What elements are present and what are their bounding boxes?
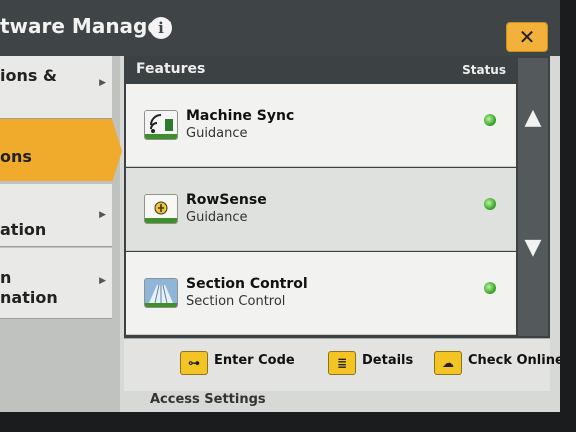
lower-menu-text: Access Settings	[150, 392, 266, 407]
nav-item-options[interactable]: ions & ▶	[0, 56, 112, 119]
scroll-up-button[interactable]: ▲	[518, 78, 548, 158]
title-bar: tware Manager i ✕	[0, 0, 560, 56]
feature-row[interactable]: RowSense Guidance	[126, 168, 516, 251]
details-label: Details	[362, 353, 414, 368]
nav-item-label: ions &	[0, 66, 57, 85]
nav-item-label: ons	[0, 147, 32, 166]
feature-row[interactable]: Section Control Section Control	[126, 252, 516, 335]
chevron-right-icon: ▶	[99, 276, 106, 286]
panel-header: Features Status	[124, 56, 516, 82]
status-indicator	[484, 282, 496, 294]
feature-category: Guidance	[186, 126, 248, 141]
nav-item-other[interactable]: n nation ▶	[0, 248, 112, 319]
section-control-icon	[144, 278, 178, 308]
feature-name: Machine Sync	[186, 108, 295, 124]
nav-item-label: n nation	[0, 268, 58, 307]
machine-sync-icon	[144, 110, 178, 140]
nav-item-label: ation	[0, 220, 47, 239]
feature-category: Guidance	[186, 210, 248, 225]
screen: tware Manager i ✕ ions & ▶ ons ation ▶ n…	[0, 0, 560, 412]
key-icon: ⊶	[180, 351, 208, 375]
left-nav: ions & ▶ ons ation ▶ n nation ▶	[0, 56, 122, 412]
status-indicator	[484, 114, 496, 126]
enter-code-label: Enter Code	[214, 353, 295, 368]
feature-category: Section Control	[186, 294, 286, 309]
scroll-down-button[interactable]: ▼	[518, 208, 548, 288]
document-icon: ≣	[328, 351, 356, 375]
check-online-label: Check Online	[468, 353, 560, 368]
scrollbar[interactable]: ▲ ▼	[518, 58, 548, 336]
features-list[interactable]: Machine Sync Guidance RowSense Guidance	[126, 84, 516, 336]
status-header: Status	[462, 63, 506, 77]
bottom-toolbar: ⊶ Enter Code ≣ Details ☁ Check Online	[124, 338, 560, 391]
close-button[interactable]: ✕	[506, 22, 548, 52]
features-header: Features	[136, 61, 206, 77]
feature-name: Section Control	[186, 276, 308, 292]
cloud-download-icon: ☁	[434, 351, 462, 375]
rowsense-icon	[144, 194, 178, 224]
feature-name: RowSense	[186, 192, 267, 208]
features-panel: Features Status Machine Sync Guidance Ro…	[124, 56, 550, 338]
chevron-right-icon: ▶	[99, 210, 106, 220]
feature-row[interactable]: Machine Sync Guidance	[126, 84, 516, 167]
nav-item-information[interactable]: ation ▶	[0, 184, 112, 247]
status-indicator	[484, 198, 496, 210]
page-title: tware Manager	[0, 14, 171, 38]
info-icon[interactable]: i	[150, 17, 172, 39]
nav-item-features[interactable]: ons	[0, 119, 122, 183]
chevron-right-icon: ▶	[99, 78, 106, 88]
